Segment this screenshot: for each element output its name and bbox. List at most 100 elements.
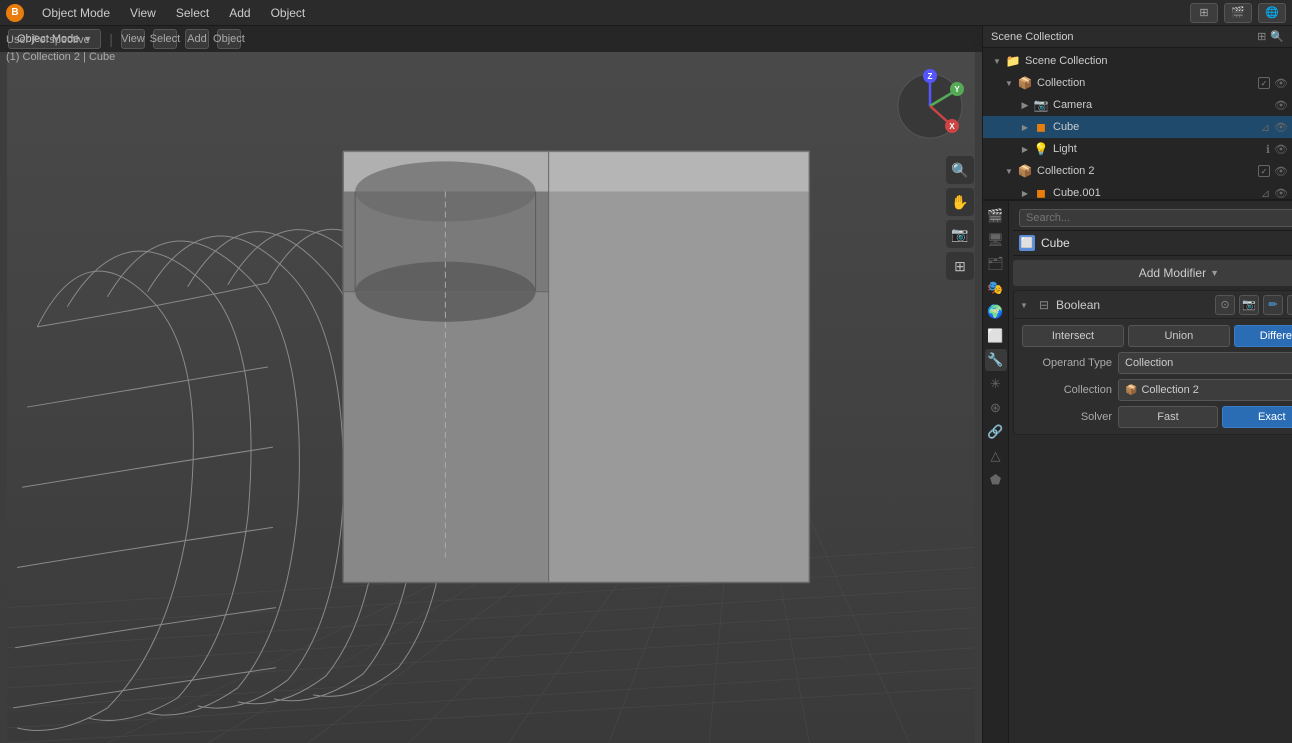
prop-search-input[interactable] <box>1019 209 1292 227</box>
cube001-arrow[interactable] <box>1019 187 1031 199</box>
prop-modifier-icon[interactable]: 🔧 <box>985 349 1007 371</box>
cube-icon: ◼ <box>1033 119 1049 135</box>
collection-1-arrow[interactable] <box>1003 77 1015 89</box>
collection-2-end-icons: ✓ 👁 <box>1258 165 1288 178</box>
outliner-tree: 📁 Scene Collection 📦 Collection ✓ 👁 ▶ <box>983 48 1292 201</box>
tree-scene-collection[interactable]: 📁 Scene Collection <box>983 50 1292 72</box>
add-menu-btn[interactable]: Add <box>185 29 209 49</box>
cube-label: Cube <box>1053 121 1261 133</box>
viewport[interactable]: Object Mode ▼ | View Select Add Object U… <box>0 26 982 743</box>
viewport-gizmo[interactable]: Z Y X <box>890 66 970 146</box>
operand-type-dropdown[interactable]: Collection ▼ <box>1118 352 1292 374</box>
outliner-filter-icon[interactable]: ⊞ <box>1257 30 1266 43</box>
cube001-restrict-icon[interactable]: ⊿ <box>1261 187 1270 200</box>
prop-data-icon[interactable]: △ <box>985 445 1007 467</box>
prop-view-icon[interactable]: 🗂 <box>985 253 1007 275</box>
light-label: Light <box>1053 143 1266 155</box>
camera-btn[interactable]: 📷 <box>946 220 974 248</box>
menu-add[interactable]: Add <box>225 4 254 22</box>
prop-output-icon[interactable]: 🖥 <box>985 229 1007 251</box>
modifier-expand[interactable] <box>1020 300 1032 310</box>
prop-world-icon[interactable]: 🌍 <box>985 301 1007 323</box>
outliner-search-icon[interactable]: 🔍 <box>1270 30 1284 43</box>
prop-search-bar: 📌 <box>1013 205 1292 231</box>
difference-btn[interactable]: Difference <box>1234 325 1292 347</box>
right-panel: Scene Collection ⊞ 🔍 📁 Scene Collection … <box>982 26 1292 743</box>
mod-render-btn[interactable]: 📷 <box>1239 295 1259 315</box>
modifier-name-input[interactable] <box>1056 298 1211 312</box>
menu-object[interactable]: Object <box>267 4 310 22</box>
collection-1-visible-check[interactable]: ✓ <box>1258 77 1270 89</box>
mod-realtime-btn[interactable]: ⊙ <box>1215 295 1235 315</box>
scene-collection-arrow[interactable] <box>991 55 1003 67</box>
prop-physics-icon[interactable]: ⊛ <box>985 397 1007 419</box>
collection-2-icon: 📦 <box>1017 163 1033 179</box>
tree-cube[interactable]: ◼ Cube ⊿ 👁 <box>983 116 1292 138</box>
mod-operand-type-row: Operand Type Collection ▼ <box>1022 352 1292 374</box>
modifier-header: ⊟ ⊙ 📷 ✏ ⊠ ⋮ ✕ <box>1014 291 1292 319</box>
union-btn[interactable]: Union <box>1128 325 1230 347</box>
render-engine-btn[interactable]: 🌐 <box>1258 3 1286 23</box>
svg-text:Y: Y <box>954 85 960 94</box>
light-eye-icon[interactable]: 👁 <box>1274 143 1288 156</box>
menu-object-mode[interactable]: Object Mode <box>38 4 114 22</box>
grid-btn[interactable]: ⊞ <box>946 252 974 280</box>
prop-particles-icon[interactable]: ✳ <box>985 373 1007 395</box>
tree-cube001[interactable]: ◼ Cube.001 ⊿ 👁 <box>983 182 1292 201</box>
mod-solver-row: Solver Fast Exact <box>1022 406 1292 428</box>
topbar-menu: Object Mode View Select Add Object <box>38 4 309 22</box>
select-menu-btn[interactable]: Select <box>153 29 177 49</box>
camera-arrow[interactable]: ▶ <box>1019 99 1031 111</box>
prop-object-icon[interactable]: ⬜ <box>985 325 1007 347</box>
tree-collection-1[interactable]: 📦 Collection ✓ 👁 <box>983 72 1292 94</box>
intersect-btn[interactable]: Intersect <box>1022 325 1124 347</box>
cube-eye-icon[interactable]: 👁 <box>1274 121 1288 134</box>
outliner-title: Scene Collection <box>991 31 1074 43</box>
header-sep-1: | <box>109 31 113 47</box>
view-menu-btn[interactable]: View <box>121 29 145 49</box>
menu-view[interactable]: View <box>126 4 160 22</box>
mod-edit-btn[interactable]: ✏ <box>1263 295 1283 315</box>
collection-1-icon: 📦 <box>1017 75 1033 91</box>
solver-content: Fast Exact <box>1118 406 1292 428</box>
light-arrow[interactable] <box>1019 143 1031 155</box>
collection-1-eye-icon[interactable]: 👁 <box>1274 77 1288 90</box>
light-info-icon[interactable]: ℹ <box>1266 143 1270 156</box>
pan-btn[interactable]: ✋ <box>946 188 974 216</box>
cube-restrict-icon[interactable]: ⊿ <box>1261 121 1270 134</box>
camera-eye-icon[interactable]: 👁 <box>1274 99 1288 112</box>
mod-collection-row: Collection 📦 Collection 2 ✕ <box>1022 379 1292 401</box>
add-modifier-btn[interactable]: Add Modifier ▼ <box>1013 260 1292 286</box>
collection-2-eye-icon[interactable]: 👁 <box>1274 165 1288 178</box>
exact-btn[interactable]: Exact <box>1222 406 1292 428</box>
prop-material-icon[interactable]: ⬟ <box>985 469 1007 491</box>
collection-field[interactable]: 📦 Collection 2 ✕ <box>1118 379 1292 401</box>
prop-render-icon[interactable]: 🎬 <box>985 205 1007 227</box>
cube001-eye-icon[interactable]: 👁 <box>1274 187 1288 200</box>
svg-text:X: X <box>949 122 955 131</box>
fast-btn[interactable]: Fast <box>1118 406 1218 428</box>
tree-camera[interactable]: ▶ 📷 Camera 👁 <box>983 94 1292 116</box>
camera-label: Camera <box>1053 99 1274 111</box>
zoom-in-btn[interactable]: 🔍 <box>946 156 974 184</box>
operand-type-label: Operand Type <box>1022 357 1112 369</box>
blender-logo: B <box>6 4 24 22</box>
tree-collection-2[interactable]: 📦 Collection 2 ✓ 👁 <box>983 160 1292 182</box>
prop-scene-icon[interactable]: 🎭 <box>985 277 1007 299</box>
tree-light[interactable]: 💡 Light ℹ 👁 <box>983 138 1292 160</box>
cube-arrow[interactable] <box>1019 121 1031 133</box>
collection-2-visible-check[interactable]: ✓ <box>1258 165 1270 177</box>
mode-selector[interactable]: Object Mode ▼ <box>8 29 101 49</box>
prop-constraints-icon[interactable]: 🔗 <box>985 421 1007 443</box>
scene-select-btn[interactable]: 🎬 <box>1224 3 1252 23</box>
operation-buttons: Intersect Union Difference <box>1022 325 1292 347</box>
object-menu-btn[interactable]: Object <box>217 29 241 49</box>
add-modifier-arrow: ▼ <box>1210 268 1219 278</box>
add-modifier-label: Add Modifier <box>1139 266 1206 280</box>
menu-select[interactable]: Select <box>172 4 213 22</box>
workspace-layout-btn[interactable]: ⊞ <box>1190 3 1218 23</box>
mod-cage-btn[interactable]: ⊠ <box>1287 295 1292 315</box>
collection-2-arrow[interactable] <box>1003 165 1015 177</box>
outliner-header: Scene Collection ⊞ 🔍 <box>983 26 1292 48</box>
collection-2-label: Collection 2 <box>1037 165 1258 177</box>
